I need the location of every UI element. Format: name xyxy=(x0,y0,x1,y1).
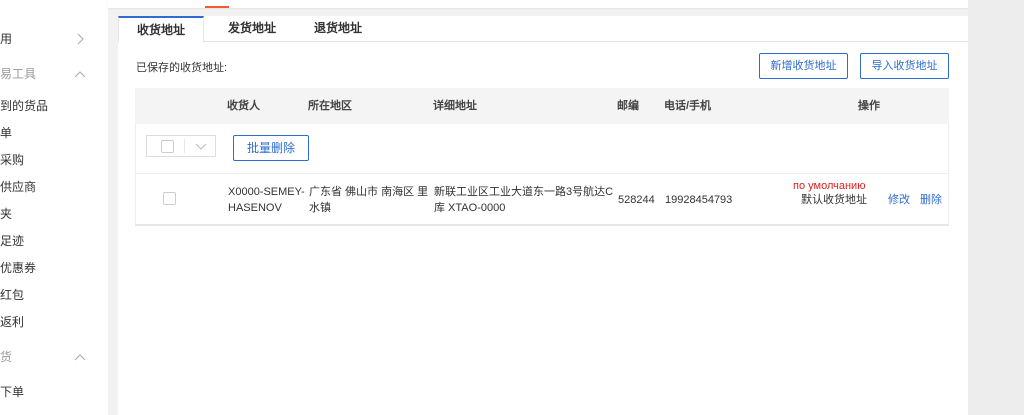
sidebar-item-place-order[interactable]: 下单 xyxy=(0,383,24,401)
sidebar-group-goods[interactable]: 货 xyxy=(0,348,12,366)
saved-addresses-label: 已保存的收货地址: xyxy=(136,62,228,74)
sidebar-item-coupons[interactable]: 优惠券 xyxy=(0,259,36,277)
top-active-marker xyxy=(205,6,229,8)
select-all-checkbox[interactable] xyxy=(161,140,174,153)
select-all-dropdown[interactable] xyxy=(146,135,216,157)
column-actions: 操作 xyxy=(858,100,880,112)
tab-receiving-address[interactable]: 收货地址 xyxy=(118,16,204,43)
chevron-up-icon[interactable] xyxy=(74,68,86,80)
column-detail-address: 详细地址 xyxy=(433,100,477,112)
address-panel: 收货地址 发货地址 退货地址 已保存的收货地址: 新增收货地址 导入收货地址 收… xyxy=(118,16,968,415)
table-header: 收货人 所在地区 详细地址 邮编 电话/手机 操作 xyxy=(135,88,949,124)
region-cell: 广东省 佛山市 南海区 里 水镇 xyxy=(309,184,428,216)
dropdown-divider xyxy=(184,139,185,153)
zip-cell: 528244 xyxy=(618,194,655,206)
sidebar-item-purchase[interactable]: 采购 xyxy=(0,151,24,169)
right-gutter xyxy=(968,0,1024,415)
sidebar-item-orders[interactable]: 单 xyxy=(0,124,12,142)
tab-return-address[interactable]: 退货地址 xyxy=(300,16,376,42)
column-phone: 电话/手机 xyxy=(664,100,712,112)
chevron-right-icon[interactable] xyxy=(74,33,86,45)
column-region: 所在地区 xyxy=(308,100,352,112)
receiver-cell: X0000-SEMEY- HASENOV xyxy=(228,184,305,216)
sidebar-item-rebates[interactable]: 返利 xyxy=(0,313,24,331)
top-strip xyxy=(108,0,968,8)
chevron-down-icon[interactable] xyxy=(195,141,207,151)
sidebar-item-received-goods[interactable]: 到的货品 xyxy=(0,97,48,115)
bulk-action-bar: 批量删除 xyxy=(135,124,949,174)
sidebar-item-supplier[interactable]: 供应商 xyxy=(0,178,36,196)
bulk-delete-button[interactable]: 批量删除 xyxy=(233,135,309,161)
edit-link[interactable]: 修改 xyxy=(888,192,910,208)
left-sidebar: 用 易工具 到的货品 单 采购 供应商 夹 足迹 优惠券 红包 返利 货 下单 xyxy=(0,0,108,415)
add-address-button[interactable]: 新增收货地址 xyxy=(759,53,848,79)
detail-line2: 库 XTAO-0000 xyxy=(434,202,506,214)
sidebar-item-0[interactable]: 用 xyxy=(0,30,12,48)
tab-shipping-address[interactable]: 发货地址 xyxy=(214,16,290,42)
address-tabs: 收货地址 发货地址 退货地址 xyxy=(118,16,968,43)
sidebar-item-red-packets[interactable]: 红包 xyxy=(0,286,24,304)
row-checkbox[interactable] xyxy=(163,192,176,205)
sidebar-group-tools[interactable]: 易工具 xyxy=(0,65,36,83)
delete-link[interactable]: 删除 xyxy=(920,192,942,208)
detail-address-cell: 新联工业区工业大道东一路3号航达C 库 XTAO-0000 xyxy=(434,184,613,216)
default-address-label: 默认收货地址 xyxy=(801,194,867,206)
phone-cell: 19928454793 xyxy=(665,194,733,206)
receiver-name-line2: HASENOV xyxy=(228,202,282,214)
column-zip: 邮编 xyxy=(617,100,639,112)
region-line1: 广东省 佛山市 南海区 里 xyxy=(309,186,429,198)
import-address-button[interactable]: 导入收货地址 xyxy=(860,53,949,79)
sidebar-item-folder[interactable]: 夹 xyxy=(0,205,12,223)
region-line2: 水镇 xyxy=(309,202,331,214)
detail-line1: 新联工业区工业大道东一路3号航达C xyxy=(434,186,614,198)
table-row: X0000-SEMEY- HASENOV 广东省 佛山市 南海区 里 水镇 新联… xyxy=(135,174,949,226)
chevron-up-icon[interactable] xyxy=(74,351,86,363)
column-receiver: 收货人 xyxy=(227,100,260,112)
receiver-name-line1: X0000-SEMEY- xyxy=(228,186,305,198)
sidebar-item-footprint[interactable]: 足迹 xyxy=(0,232,24,250)
